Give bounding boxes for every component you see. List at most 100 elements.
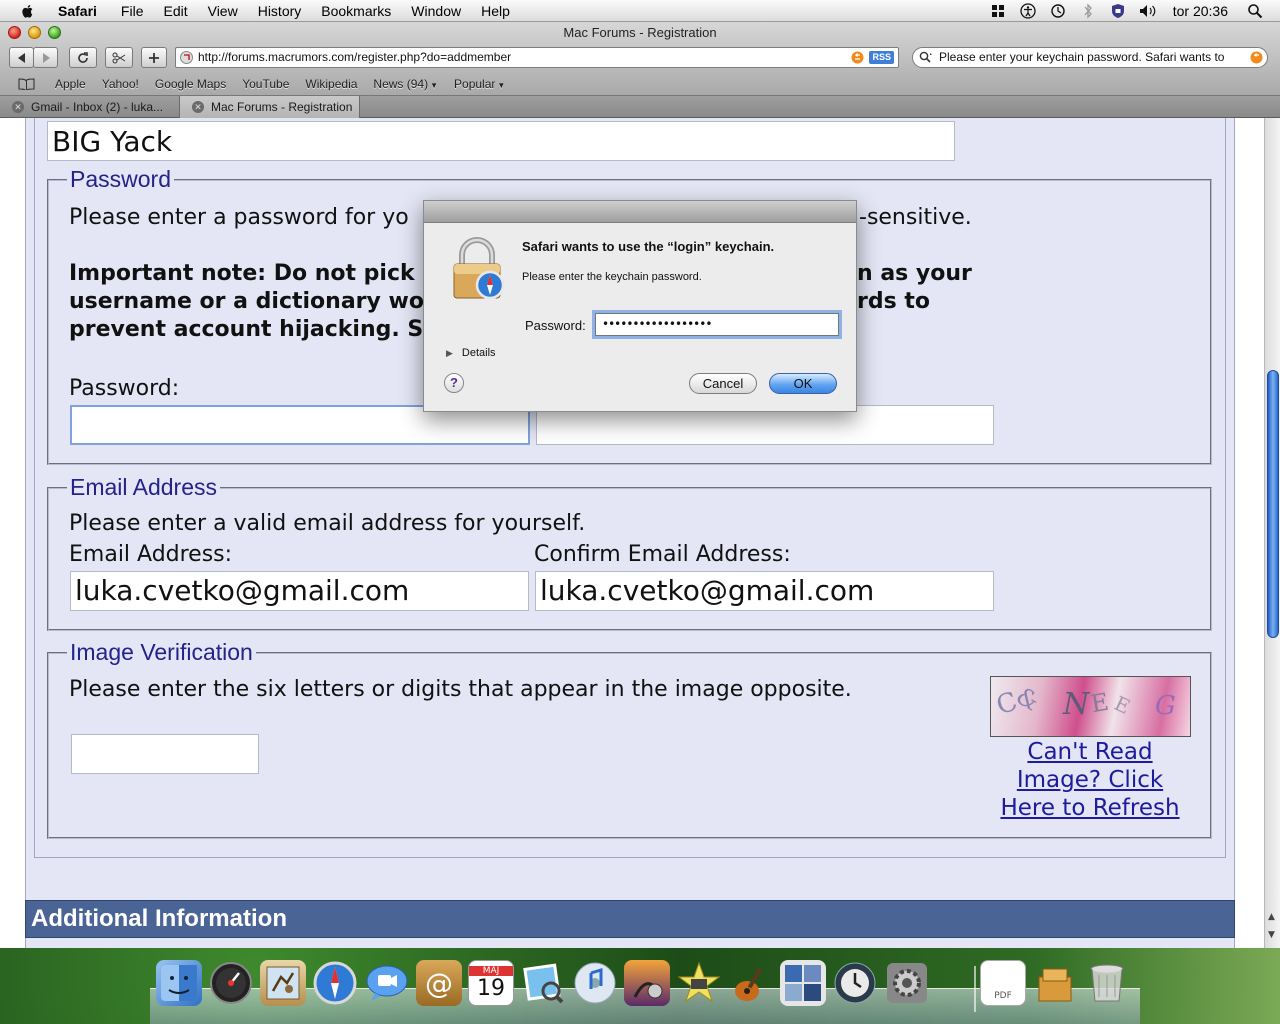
keychain-lock-icon <box>453 237 505 300</box>
bookmark-yahoo[interactable]: Yahoo! <box>94 77 147 91</box>
safari-icon[interactable] <box>312 960 358 1006</box>
image-verification-legend: Image Verification <box>70 639 253 665</box>
bookmark-folder-popular[interactable]: Popular ▼ <box>446 77 513 91</box>
scrollbar-thumb[interactable] <box>1267 370 1279 638</box>
dock: @ MAJ 19 PDF <box>150 952 1140 1024</box>
email-legend: Email Address <box>70 474 218 500</box>
rss-button[interactable]: RSS <box>869 51 894 64</box>
itunes-icon[interactable] <box>572 960 618 1006</box>
forward-button[interactable] <box>33 47 58 68</box>
chevron-down-icon: ▼ <box>497 81 506 90</box>
address-book-icon[interactable]: @ <box>416 960 462 1006</box>
username-input[interactable]: BIG Yack <box>47 121 955 161</box>
bookmark-google-maps[interactable]: Google Maps <box>147 77 234 91</box>
search-value: Please enter your keychain password. Saf… <box>939 50 1225 64</box>
vertical-scrollbar[interactable]: ▲ ▼ <box>1264 118 1280 948</box>
reload-button[interactable] <box>69 47 97 68</box>
apple-menu-icon[interactable] <box>20 3 36 19</box>
cancel-button[interactable]: Cancel <box>689 373 757 394</box>
finder-icon[interactable] <box>156 960 202 1006</box>
accessibility-icon[interactable] <box>1018 2 1038 20</box>
garageband-icon[interactable] <box>728 960 774 1006</box>
time-machine-icon[interactable] <box>1048 2 1068 20</box>
bookmark-folder-news[interactable]: News (94) ▼ <box>365 77 446 91</box>
search-snapback-icon[interactable] <box>1250 51 1263 64</box>
vpn-shield-icon[interactable] <box>1108 2 1128 20</box>
add-bookmark-button[interactable] <box>141 47 167 68</box>
additional-information-header: Additional Information <box>25 900 1235 938</box>
tab-bar: ✕ Gmail - Inbox (2) - luka... ✕ Mac Foru… <box>0 96 1280 118</box>
menu-view[interactable]: View <box>198 0 248 22</box>
scroll-down-arrow-icon[interactable]: ▼ <box>1268 930 1275 940</box>
downloads-stack-icon[interactable] <box>1032 960 1078 1006</box>
trash-icon[interactable] <box>1084 960 1130 1006</box>
favicon-icon <box>180 51 193 64</box>
snapback-icon[interactable] <box>851 51 864 64</box>
address-url: http://forums.macrumors.com/register.php… <box>198 50 512 64</box>
bluetooth-icon[interactable] <box>1078 2 1098 20</box>
mail-icon[interactable] <box>260 960 306 1006</box>
menu-window[interactable]: Window <box>401 0 471 22</box>
search-input[interactable]: Please enter your keychain password. Saf… <box>912 47 1268 68</box>
chevron-down-icon: ▼ <box>430 81 439 90</box>
help-button[interactable]: ? <box>444 373 464 393</box>
captcha-input[interactable] <box>71 734 259 774</box>
imovie-icon[interactable] <box>676 960 722 1006</box>
keychain-password-dialog: Safari wants to use the “login” keychain… <box>423 200 857 412</box>
password-intro-left: Please enter a password for yo <box>69 205 409 230</box>
password-note-line3-left: prevent account hijacking. S <box>69 317 424 342</box>
ical-icon[interactable]: MAJ 19 <box>468 960 514 1006</box>
menu-help[interactable]: Help <box>471 0 520 22</box>
menu-bar: Safari File Edit View History Bookmarks … <box>0 0 1280 22</box>
window-title: Mac Forums - Registration <box>563 25 717 40</box>
bookmark-apple[interactable]: Apple <box>47 77 94 91</box>
disclosure-triangle-icon: ▶ <box>446 347 453 358</box>
details-label: Details <box>461 347 496 359</box>
tab-gmail[interactable]: ✕ Gmail - Inbox (2) - luka... <box>0 96 180 118</box>
dialog-heading: Safari wants to use the “login” keychain… <box>522 239 775 254</box>
dashboard-icon[interactable] <box>208 960 254 1006</box>
close-tab-icon[interactable]: ✕ <box>12 101 24 113</box>
iphoto-icon[interactable] <box>624 960 670 1006</box>
bookmark-wikipedia[interactable]: Wikipedia <box>297 77 365 91</box>
time-machine-dock-icon[interactable] <box>832 960 878 1006</box>
tab-label: Gmail - Inbox (2) - luka... <box>31 100 164 114</box>
captcha-image: C & N E E G <box>990 676 1191 737</box>
back-arrow-icon <box>17 52 25 63</box>
spotlight-icon[interactable] <box>1245 2 1265 20</box>
bookmarks-book-icon[interactable] <box>18 78 35 90</box>
tab-mac-forums[interactable]: ✕ Mac Forums - Registration <box>180 96 360 118</box>
dashboard-status-icon[interactable] <box>988 2 1008 20</box>
ok-button[interactable]: OK <box>769 373 837 394</box>
menu-bookmarks[interactable]: Bookmarks <box>311 0 401 22</box>
spaces-icon[interactable] <box>780 960 826 1006</box>
image-verification-intro: Please enter the six letters or digits t… <box>69 677 852 702</box>
bookmark-youtube[interactable]: YouTube <box>234 77 297 91</box>
window-titlebar: Mac Forums - Registration <box>0 22 1280 44</box>
back-button[interactable] <box>9 47 34 68</box>
snapback-button[interactable] <box>105 47 133 68</box>
close-tab-icon[interactable]: ✕ <box>192 101 204 113</box>
menu-edit[interactable]: Edit <box>153 0 197 22</box>
details-disclosure[interactable]: ▶ Details <box>446 347 496 359</box>
password-note-line1-right: n as your <box>857 261 972 286</box>
preview-icon[interactable] <box>520 960 566 1006</box>
ichat-icon[interactable] <box>364 960 410 1006</box>
menubar-clock[interactable]: tor 20:36 <box>1173 3 1228 19</box>
confirm-email-input[interactable]: luka.cvetko@gmail.com <box>535 571 994 611</box>
bookmark-news-label: News (94) <box>373 77 429 91</box>
scroll-up-arrow-icon[interactable]: ▲ <box>1268 912 1275 922</box>
email-input[interactable]: luka.cvetko@gmail.com <box>70 571 529 611</box>
plus-icon <box>149 52 159 63</box>
captcha-refresh-link[interactable]: Can't Read Image? Click Here to Refresh <box>995 738 1185 822</box>
pdf-document-icon[interactable]: PDF <box>980 960 1026 1006</box>
menu-safari[interactable]: Safari <box>48 0 111 22</box>
reload-icon <box>78 51 88 63</box>
keychain-password-input[interactable]: •••••••••••••••••• <box>595 313 839 336</box>
volume-icon[interactable] <box>1138 2 1158 20</box>
menu-file[interactable]: File <box>111 0 154 22</box>
menu-history[interactable]: History <box>248 0 312 22</box>
search-icon <box>919 51 932 63</box>
address-bar[interactable]: http://forums.macrumors.com/register.php… <box>175 47 899 68</box>
system-preferences-icon[interactable] <box>884 960 930 1006</box>
